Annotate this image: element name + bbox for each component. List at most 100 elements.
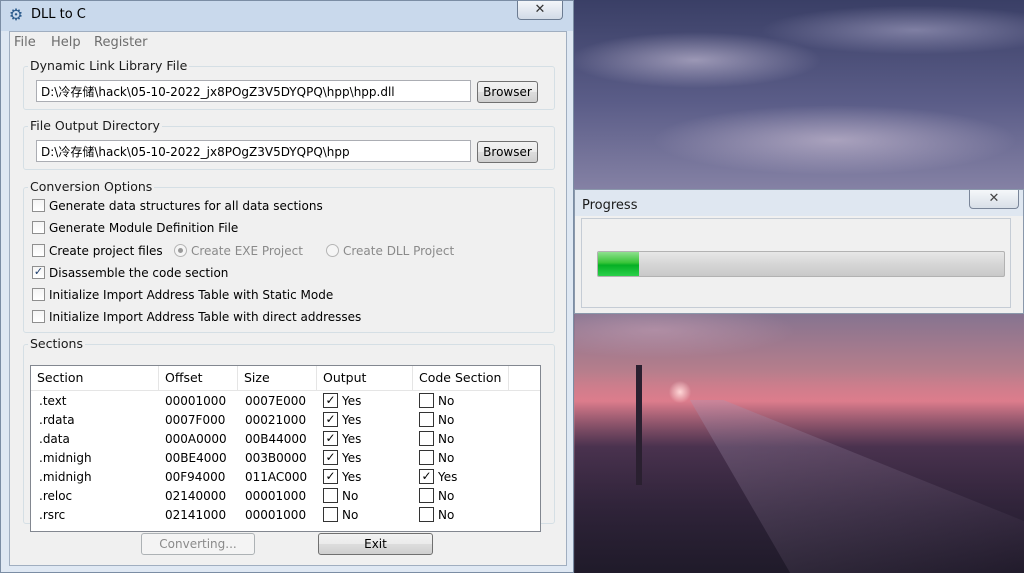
exit-button[interactable]: Exit	[318, 533, 433, 555]
cell-section: .rsrc	[39, 508, 66, 522]
cell-output[interactable]: No	[323, 506, 358, 525]
cell-output[interactable]: ✓ Yes	[323, 449, 361, 468]
cell-code-section[interactable]: No	[419, 487, 454, 506]
table-row[interactable]: .data 000A0000 00B44000 ✓ Yes No	[31, 430, 540, 449]
column-header-output[interactable]: Output	[317, 366, 413, 390]
cell-output[interactable]: No	[323, 487, 358, 506]
checkbox[interactable]	[323, 488, 338, 503]
cell-output[interactable]: ✓ Yes	[323, 468, 361, 487]
conversion-options-group: Conversion Options Generate data structu…	[23, 179, 555, 333]
checkbox[interactable]	[32, 199, 45, 212]
cell-value: No	[438, 432, 455, 446]
title-bar[interactable]: ⚙ DLL to C ✕	[1, 1, 573, 29]
dll-to-c-window: ⚙ DLL to C ✕ File Help Register Dynamic …	[0, 0, 574, 573]
menu-file[interactable]: File	[14, 35, 36, 50]
checkbox[interactable]	[32, 221, 45, 234]
checkbox[interactable]	[419, 507, 434, 522]
checkbox[interactable]	[419, 412, 434, 427]
checkbox[interactable]	[419, 450, 434, 465]
column-header-code-section[interactable]: Code Section	[413, 366, 509, 390]
cell-output[interactable]: ✓ Yes	[323, 430, 361, 449]
checkmark-icon[interactable]: ✓	[323, 393, 338, 408]
option-label: Initialize Import Address Table with Sta…	[49, 288, 334, 302]
cell-code-section[interactable]: No	[419, 506, 454, 525]
option-create-project-files[interactable]: Create project files	[32, 243, 163, 261]
cell-offset: 02140000	[165, 489, 227, 503]
column-header-offset[interactable]: Offset	[159, 366, 238, 390]
checkmark-icon[interactable]: ✓	[419, 469, 434, 484]
column-header-section[interactable]: Section	[31, 366, 159, 390]
cell-value: No	[438, 489, 455, 503]
window-title: DLL to C	[31, 7, 86, 22]
cell-output[interactable]: ✓ Yes	[323, 411, 361, 430]
output-dir-group-label: File Output Directory	[28, 118, 162, 133]
option-generate-module-definition[interactable]: Generate Module Definition File	[32, 220, 238, 238]
checkmark-icon[interactable]: ✓	[323, 431, 338, 446]
table-row[interactable]: .reloc 02140000 00001000 No No	[31, 487, 540, 506]
checkbox[interactable]	[32, 310, 45, 323]
cell-size: 00B44000	[245, 432, 307, 446]
checkbox[interactable]	[32, 244, 45, 257]
radio-create-dll-project[interactable]: Create DLL Project	[326, 243, 454, 261]
option-label: Generate data structures for all data se…	[49, 199, 323, 213]
cell-value: No	[342, 508, 359, 522]
close-button[interactable]: ✕	[517, 1, 563, 20]
radio-button[interactable]	[326, 244, 339, 257]
cell-code-section[interactable]: No	[419, 411, 454, 430]
option-generate-data-structures[interactable]: Generate data structures for all data se…	[32, 198, 323, 216]
checkmark-icon[interactable]: ✓	[323, 450, 338, 465]
cell-section: .text	[39, 394, 67, 408]
option-iat-static-mode[interactable]: Initialize Import Address Table with Sta…	[32, 287, 333, 305]
cell-section: .midnigh	[39, 470, 92, 484]
cell-code-section[interactable]: ✓ Yes	[419, 468, 457, 487]
table-row[interactable]: .midnigh 00F94000 011AC000 ✓ Yes ✓ Yes	[31, 468, 540, 487]
progress-title: Progress	[582, 198, 638, 213]
option-label: Generate Module Definition File	[49, 221, 239, 235]
radio-button[interactable]	[174, 244, 187, 257]
gear-icon: ⚙	[8, 5, 24, 24]
column-header-size[interactable]: Size	[238, 366, 317, 390]
menu-bar: File Help Register	[10, 32, 566, 52]
checkmark-icon[interactable]: ✓	[323, 469, 338, 484]
table-row[interactable]: .rdata 0007F000 00021000 ✓ Yes No	[31, 411, 540, 430]
output-path-field[interactable]: D:\冷存储\hack\05-10-2022_jx8POgZ3V5DYQPQ\h…	[36, 140, 471, 162]
checkbox[interactable]	[419, 488, 434, 503]
dll-path-field[interactable]: D:\冷存储\hack\05-10-2022_jx8POgZ3V5DYQPQ\h…	[36, 80, 471, 102]
cell-size: 00001000	[245, 508, 307, 522]
checkbox[interactable]	[419, 431, 434, 446]
option-disassemble-code[interactable]: ✓ Disassemble the code section	[32, 265, 228, 283]
wallpaper-signal-pole	[636, 365, 642, 485]
option-label: Initialize Import Address Table with dir…	[49, 310, 362, 324]
sections-list[interactable]: Section Offset Size Output Code Section …	[30, 365, 541, 532]
sections-group: Sections Section Offset Size Output Code…	[23, 336, 555, 532]
option-iat-direct-addresses[interactable]: Initialize Import Address Table with dir…	[32, 309, 361, 327]
cell-value: Yes	[342, 470, 362, 484]
checkbox[interactable]	[32, 288, 45, 301]
cell-code-section[interactable]: No	[419, 449, 454, 468]
cell-size: 00021000	[245, 413, 307, 427]
menu-help[interactable]: Help	[51, 35, 81, 50]
cell-section: .midnigh	[39, 451, 92, 465]
sections-list-header: Section Offset Size Output Code Section	[31, 366, 540, 391]
close-button[interactable]: ✕	[969, 190, 1019, 209]
cell-value: Yes	[342, 413, 362, 427]
dll-file-group-label: Dynamic Link Library File	[28, 58, 190, 73]
table-row[interactable]: .rsrc 02141000 00001000 No No	[31, 506, 540, 525]
checkbox[interactable]	[323, 507, 338, 522]
converting-button[interactable]: Converting...	[141, 533, 255, 555]
dll-browse-button[interactable]: Browser	[477, 81, 538, 103]
table-row[interactable]: .text 00001000 0007E000 ✓ Yes No	[31, 392, 540, 411]
cell-size: 011AC000	[245, 470, 308, 484]
cell-code-section[interactable]: No	[419, 392, 454, 411]
checkmark-icon[interactable]: ✓	[32, 266, 45, 279]
output-browse-button[interactable]: Browser	[477, 141, 538, 163]
cell-output[interactable]: ✓ Yes	[323, 392, 361, 411]
table-row[interactable]: .midnigh 00BE4000 003B0000 ✓ Yes No	[31, 449, 540, 468]
cell-value: Yes	[342, 394, 362, 408]
cell-value: No	[438, 413, 455, 427]
radio-create-exe-project[interactable]: Create EXE Project	[174, 243, 303, 261]
checkbox[interactable]	[419, 393, 434, 408]
checkmark-icon[interactable]: ✓	[323, 412, 338, 427]
cell-code-section[interactable]: No	[419, 430, 454, 449]
menu-register[interactable]: Register	[94, 35, 148, 50]
